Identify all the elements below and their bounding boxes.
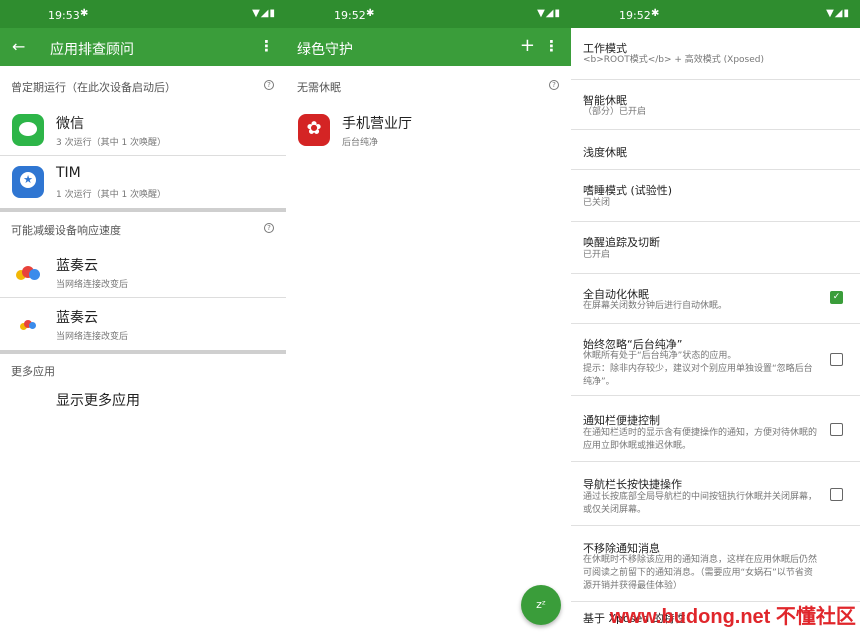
app-subtitle: 当网络连接改变后 <box>56 332 129 342</box>
page-title: 应用排查顾问 <box>50 42 134 58</box>
app-bar: 绿色守护 + ⋮ <box>286 28 571 66</box>
show-more-apps-link[interactable]: 显示更多应用 <box>56 390 140 410</box>
setting-desc: 休眠所有处于“后台纯净”状态的应用。 提示：除非内存较少，建议对个别应用单独设置… <box>583 351 813 387</box>
page-title: 绿色守护 <box>297 42 353 58</box>
status-time: 19:53 <box>48 9 80 22</box>
app-row-tim[interactable]: TIM 1 次运行（其中 1 次唤醒） <box>0 156 286 208</box>
lanzou-cloud-icon <box>12 256 44 288</box>
status-icons: ▼◢▮ <box>252 8 276 19</box>
app-subtitle: 1 次运行（其中 1 次唤醒） <box>56 190 167 200</box>
show-more-row[interactable]: 显示更多应用 <box>0 384 286 424</box>
app-name: TIM <box>56 165 81 181</box>
setting-title: 导航栏长按快捷操作 <box>583 478 682 491</box>
status-time: 19:52 <box>619 9 651 22</box>
app-subtitle: 当网络连接改变后 <box>56 280 129 290</box>
app-name: 蓝奏云 <box>56 310 98 326</box>
help-icon[interactable]: ? <box>549 80 559 90</box>
status-bar: 19:53 ✱ ▼◢▮ <box>0 0 286 28</box>
app-row-wechat[interactable]: 微信 3 次运行（其中 1 次唤醒） <box>0 104 286 156</box>
screens-composite: 19:53 ✱ ▼◢▮ ← 应用排查顾问 ⋮ 曾定期运行（在此次设备启动后） ?… <box>0 0 860 635</box>
wechat-icon <box>12 114 44 146</box>
status-icons: ▼◢▮ <box>537 8 561 19</box>
status-bar: 19:52 ✱ ▼◢▮ <box>571 0 860 28</box>
section-header-periodic: 曾定期运行（在此次设备启动后） ? <box>0 66 286 104</box>
checkbox[interactable] <box>830 423 843 436</box>
section-label: 无需休眠 <box>297 81 341 94</box>
setting-title: 嗜睡模式 (试验性) <box>583 184 673 197</box>
notification-icon: ✱ <box>80 8 89 19</box>
section-label: 可能减缓设备响应速度 <box>11 224 121 237</box>
checkbox[interactable] <box>830 488 843 501</box>
setting-title: 浅度休眠 <box>583 146 627 159</box>
setting-auto-hibernate[interactable]: 全自动化休眠 在屏幕关闭数分钟后进行自动休眠。 ✓ <box>571 274 860 324</box>
setting-keep-notifications[interactable]: 不移除通知消息 在休眠时不移除该应用的通知消息，这样在应用休眠后仍然可阅读之前留… <box>571 526 860 602</box>
setting-navbar-longpress[interactable]: 导航栏长按快捷操作 通过长按底部全局导航栏的中间按钮执行休眠并关闭屏幕，或仅关闭… <box>571 462 860 526</box>
checkbox-checked[interactable]: ✓ <box>830 291 843 304</box>
status-bar: 19:52 ✱ ▼◢▮ <box>286 0 571 28</box>
status-icons: ▼◢▮ <box>826 8 850 19</box>
settings-list: 工作模式 <b>ROOT模式</b> + 高效模式 (Xposed) 智能休眠 … <box>571 28 860 632</box>
app-name: 微信 <box>56 116 84 132</box>
unicom-icon <box>298 114 330 146</box>
lanzou-cloud-icon <box>12 308 44 340</box>
setting-work-mode[interactable]: 工作模式 <b>ROOT模式</b> + 高效模式 (Xposed) <box>571 28 860 80</box>
help-icon[interactable]: ? <box>264 80 274 90</box>
setting-wakeup-tracking[interactable]: 唤醒追踪及切断 已开启 <box>571 222 860 274</box>
app-name: 手机营业厅 <box>342 116 412 132</box>
app-row-lanzou-2[interactable]: 蓝奏云 当网络连接改变后 <box>0 298 286 350</box>
overflow-menu-icon[interactable]: ⋮ <box>544 37 559 55</box>
notification-icon: ✱ <box>366 8 375 19</box>
setting-desc: <b>ROOT模式</b> + 高效模式 (Xposed) <box>583 55 765 65</box>
setting-smart-hibernate[interactable]: 智能休眠 （部分）已开启 <box>571 80 860 130</box>
add-icon[interactable]: + <box>520 35 535 56</box>
setting-desc: （部分）已开启 <box>583 107 647 117</box>
screen-app-advisor: 19:53 ✱ ▼◢▮ ← 应用排查顾问 ⋮ 曾定期运行（在此次设备启动后） ?… <box>0 0 286 635</box>
setting-desc: 已关闭 <box>583 198 611 208</box>
setting-doze-mode[interactable]: 嗜睡模式 (试验性) 已关闭 <box>571 170 860 222</box>
setting-desc: 在屏幕关闭数分钟后进行自动休眠。 <box>583 301 728 311</box>
app-row-unicom[interactable]: 手机营业厅 后台纯净 <box>286 104 571 156</box>
app-name: 蓝奏云 <box>56 258 98 274</box>
app-bar: ← 应用排查顾问 ⋮ <box>0 28 286 66</box>
tim-icon <box>12 166 44 198</box>
setting-desc: 已开启 <box>583 250 611 260</box>
setting-title: 唤醒追踪及切断 <box>583 236 660 249</box>
setting-desc: 通过长按底部全局导航栏的中间按钮执行休眠并关闭屏幕，或仅关闭屏幕。 <box>583 492 818 515</box>
section-header-slowdown: 可能减缓设备响应速度 ? <box>0 212 286 246</box>
app-row-lanzou-1[interactable]: 蓝奏云 当网络连接改变后 <box>0 246 286 298</box>
checkbox[interactable] <box>830 353 843 366</box>
setting-desc: 在通知栏适时的显示含有便捷操作的通知，方便对待休眠的应用立即休眠或推迟休眠。 <box>583 428 818 451</box>
section-label: 曾定期运行（在此次设备启动后） <box>11 81 176 94</box>
setting-notification-control[interactable]: 通知栏便捷控制 在通知栏适时的显示含有便捷操作的通知，方便对待休眠的应用立即休眠… <box>571 396 860 462</box>
watermark-text: www.budong.net 不懂社区 <box>610 606 856 628</box>
setting-light-hibernate[interactable]: 浅度休眠 <box>571 130 860 170</box>
section-label: 更多应用 <box>11 365 55 378</box>
setting-title: 通知栏便捷控制 <box>583 414 660 427</box>
app-subtitle: 3 次运行（其中 1 次唤醒） <box>56 138 167 148</box>
back-arrow-icon[interactable]: ← <box>12 37 25 56</box>
help-icon[interactable]: ? <box>264 223 274 233</box>
overflow-menu-icon[interactable]: ⋮ <box>259 37 274 55</box>
section-header-more: 更多应用 <box>0 354 286 384</box>
notification-icon: ✱ <box>651 8 660 19</box>
status-time: 19:52 <box>334 9 366 22</box>
screen-green-guard: 19:52 ✱ ▼◢▮ 绿色守护 + ⋮ 无需休眠 ? 手机营业厅 后台纯净 z… <box>286 0 571 635</box>
setting-desc: 在休眠时不移除该应用的通知消息，这样在应用休眠后仍然可阅读之前留下的通知消息。（… <box>583 555 818 591</box>
hibernate-fab[interactable]: zᶻ <box>521 585 561 625</box>
app-subtitle: 后台纯净 <box>342 138 379 148</box>
screen-settings: 19:52 ✱ ▼◢▮ 工作模式 <b>ROOT模式</b> + 高效模式 (X… <box>571 0 860 635</box>
section-header-no-hibernate: 无需休眠 ? <box>286 66 571 104</box>
setting-ignore-bg-pure[interactable]: 始终忽略“后台纯净” 休眠所有处于“后台纯净”状态的应用。 提示：除非内存较少，… <box>571 324 860 396</box>
